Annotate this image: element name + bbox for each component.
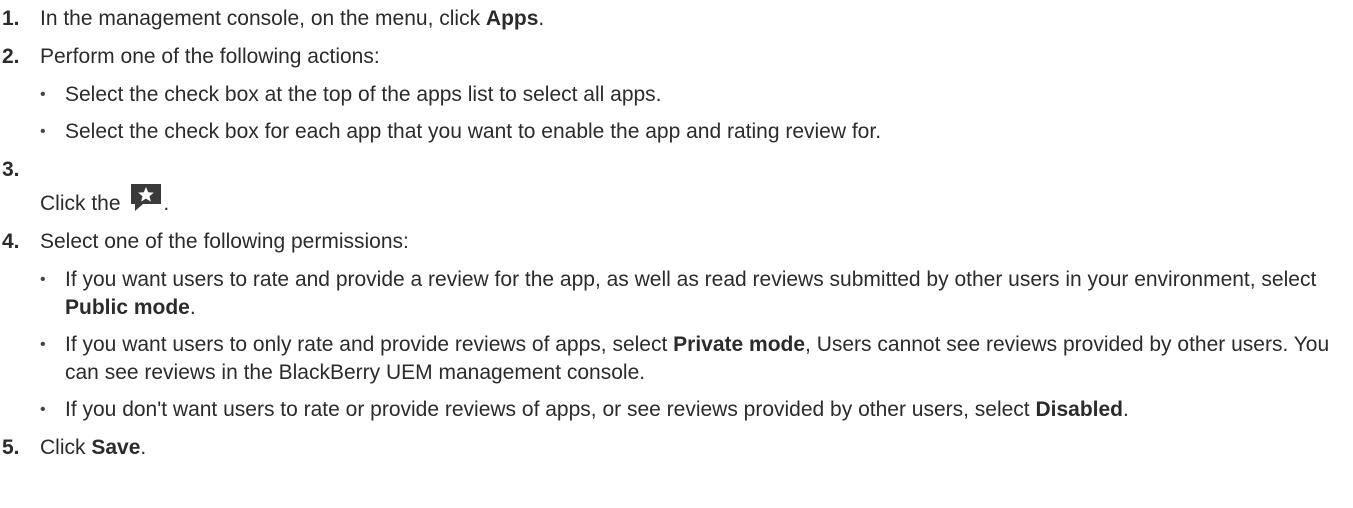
step-text: Select one of the following permissions: — [40, 230, 409, 253]
step-number: 3. — [2, 158, 20, 181]
bullet: • — [40, 401, 46, 418]
step-number: 1. — [2, 7, 20, 30]
step-text: Perform one of the following actions: — [40, 45, 380, 68]
bullet: • — [40, 336, 46, 353]
step-number: 5. — [2, 436, 20, 459]
ui-term-apps: Apps — [485, 7, 539, 30]
rating-review-icon — [131, 184, 162, 211]
list-item: • If you don't want users to rate or pro… — [0, 396, 1353, 424]
step-4: 4. Select one of the following permissio… — [0, 228, 1353, 424]
step-2: 2. Perform one of the following actions:… — [0, 43, 1353, 146]
step-5: 5. Click Save. — [0, 434, 1353, 462]
step-number: 4. — [2, 230, 20, 253]
list-item: • If you want users to rate and provide … — [40, 268, 1317, 319]
ui-term-disabled: Disabled — [1035, 398, 1124, 421]
bullet: • — [40, 271, 46, 288]
substeps-list: • If you want users to rate and provide … — [0, 266, 1353, 424]
list-item: • If you want users to only rate and pro… — [40, 333, 1330, 384]
list-item: • Select the check box for each app that… — [0, 118, 1353, 146]
bullet: • — [40, 86, 46, 103]
list-item: • Select the check box at the top of the… — [0, 81, 1353, 109]
step-3: 3. Click the . — [0, 156, 1353, 218]
step-number: 2. — [2, 45, 20, 68]
substeps-list: • Select the check box at the top of the… — [0, 81, 1353, 146]
ui-term-save: Save — [91, 436, 141, 459]
ui-term-private-mode: Private mode — [673, 333, 806, 356]
step-1: 1. In the management console, on the men… — [0, 5, 1353, 33]
step-text: Click Save. — [40, 436, 147, 459]
steps-list: 1. In the management console, on the men… — [0, 5, 1353, 462]
step-text: In the management console, on the menu, … — [40, 7, 545, 30]
instruction-document: 1. In the management console, on the men… — [0, 0, 1353, 462]
ui-term-public-mode: Public mode — [65, 296, 190, 319]
step-text: Click the . — [40, 178, 169, 218]
bullet: • — [40, 123, 46, 140]
